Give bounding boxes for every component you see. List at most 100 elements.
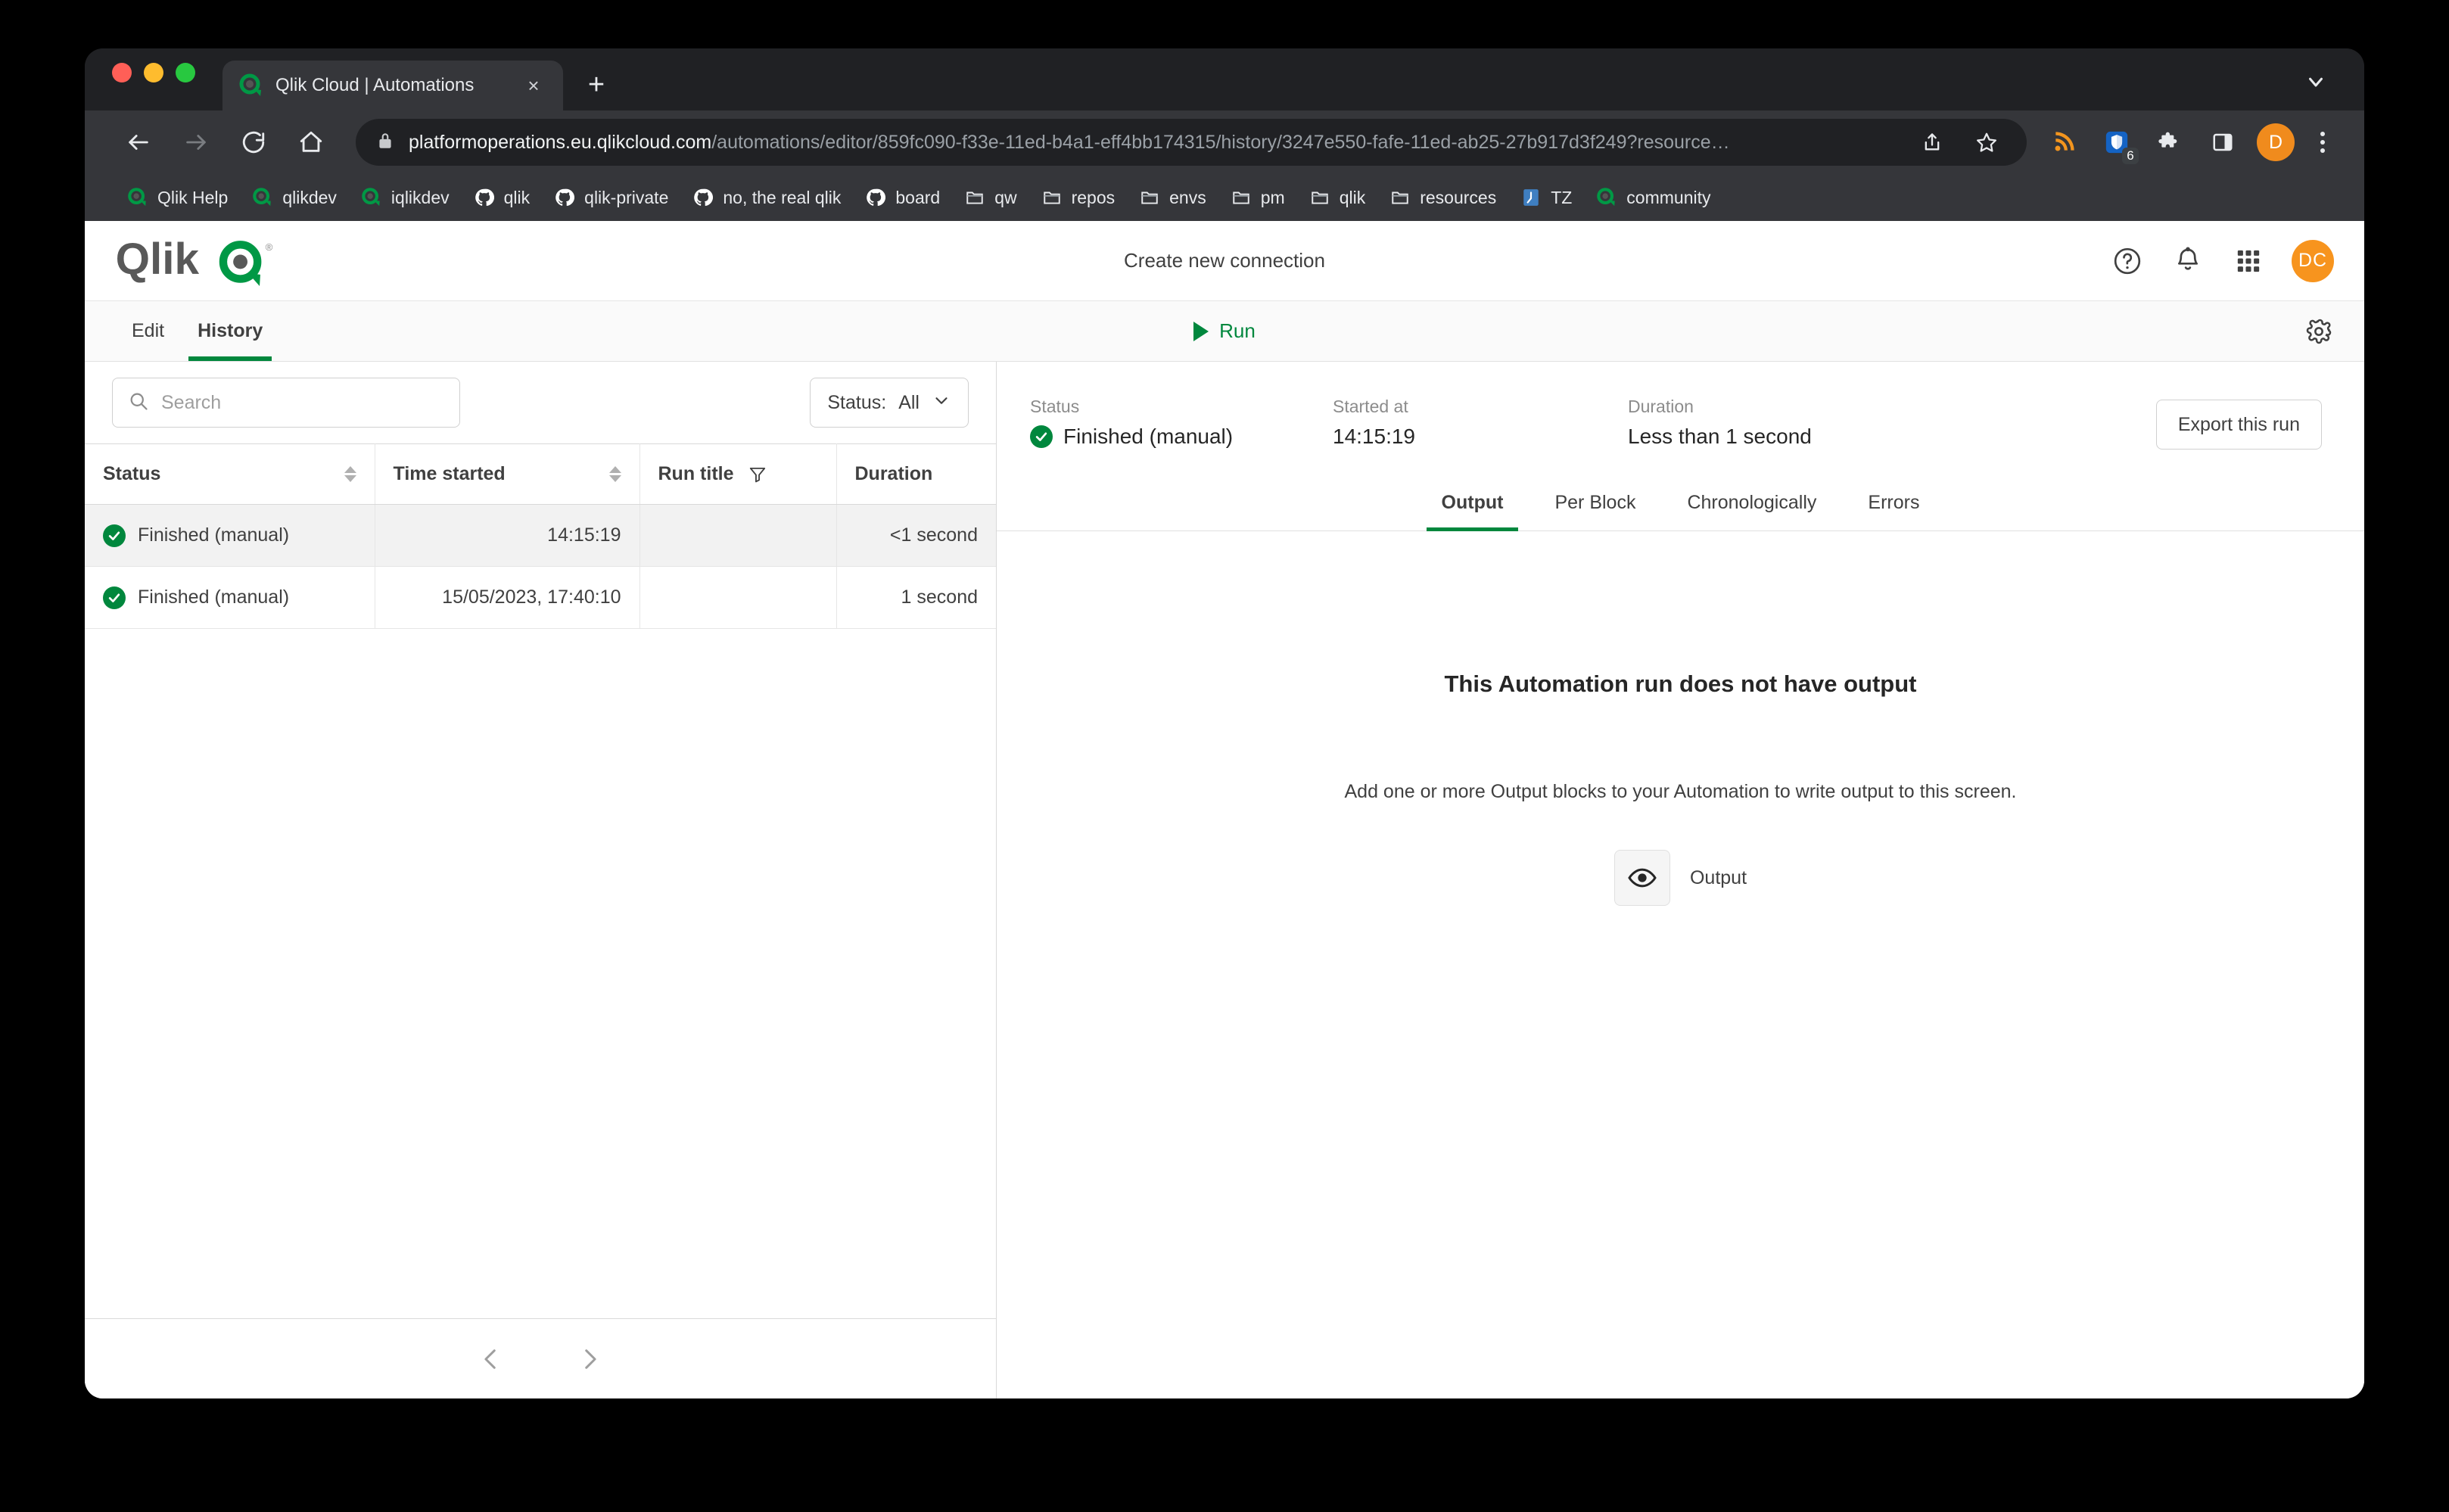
bookmark-item[interactable]: iqlikdev [349,182,462,213]
forward-icon[interactable] [173,119,219,166]
tab-history[interactable]: History [181,301,279,361]
folder-icon [1231,187,1252,208]
bookmark-label: pm [1260,187,1285,207]
bookmark-star-icon[interactable] [1966,122,2007,163]
bookmark-label: qlikdev [282,187,337,207]
output-block-button[interactable] [1613,850,1670,906]
bookmark-item[interactable]: community [1584,182,1722,213]
chevron-down-icon[interactable] [2298,64,2334,100]
folder-icon [1041,187,1063,208]
status-filter-dropdown[interactable]: Status: All [810,378,969,428]
bookmark-label: qlik [503,187,531,207]
bookmark-folder[interactable]: qw [952,182,1028,213]
qlik-icon [127,187,148,208]
bookmark-label: iqlikdev [391,187,450,207]
bookmark-item[interactable]: qlik-private [542,182,680,213]
sort-icon[interactable] [608,466,621,482]
close-window-button[interactable] [112,63,132,82]
run-button-label: Run [1219,319,1256,342]
bookmark-folder[interactable]: pm [1218,182,1297,213]
automation-toolbar: Edit History Run [85,301,2364,362]
extensions-puzzle-icon[interactable] [2146,119,2193,166]
reload-icon[interactable] [230,119,277,166]
notifications-bell-icon[interactable] [2170,244,2205,278]
status-success-icon [103,524,126,547]
summary-started-value: 14:15:19 [1333,425,1415,448]
table-header-row: Status Time started Run title Duration [85,443,996,505]
side-panel-icon[interactable] [2199,119,2246,166]
bookmark-item[interactable]: TZ [1508,182,1584,213]
search-icon [128,390,149,415]
help-icon[interactable] [2110,244,2145,278]
address-bar[interactable]: platformoperations.eu.qlikcloud.com/auto… [356,119,2027,166]
run-button[interactable]: Run [85,301,2364,361]
window-controls [112,48,195,110]
status-filter-value: All [898,391,920,413]
avatar[interactable]: DC [2292,239,2334,282]
sort-icon[interactable] [344,466,356,482]
bookmark-item[interactable]: board [853,182,952,213]
search-box[interactable] [112,378,460,428]
summary-status-value: Finished (manual) [1063,425,1234,448]
summary-status: Status Finished (manual) [1030,397,1333,449]
settings-gear-button[interactable] [2305,301,2364,361]
previous-page-icon[interactable] [472,1340,510,1378]
browser-tab[interactable]: Qlik Cloud | Automations × [222,61,563,110]
search-input[interactable] [161,391,444,414]
minimize-window-button[interactable] [144,63,163,82]
cell-duration: 1 second [836,566,996,629]
column-header-status[interactable]: Status [85,443,375,505]
app-launcher-grid-icon[interactable] [2231,244,2266,278]
column-label: Duration [854,463,933,484]
qlik-logo[interactable]: Qlik ® [115,236,280,286]
column-header-time-started[interactable]: Time started [375,443,640,505]
next-page-icon[interactable] [571,1340,608,1378]
column-label: Time started [393,463,506,484]
column-header-duration[interactable]: Duration [836,443,996,505]
close-icon[interactable]: × [521,73,546,98]
filter-icon[interactable] [748,465,767,484]
bookmark-item[interactable]: no, the real qlik [680,182,853,213]
column-label: Run title [658,463,734,484]
bookmark-label: board [895,187,941,207]
runs-filter-row: Status: All [85,362,996,443]
github-icon [692,187,714,208]
folder-icon [1309,187,1330,208]
tab-chronologically[interactable]: Chronologically [1661,492,1842,530]
bookmark-folder[interactable]: repos [1029,182,1128,213]
export-this-run-button[interactable]: Export this run [2155,400,2322,450]
bookmark-item[interactable]: qlikdev [240,182,349,213]
tab-output[interactable]: Output [1416,492,1529,531]
extension-badge-count: 6 [2122,148,2139,164]
bookmark-item[interactable]: Qlik Help [115,182,240,213]
share-icon[interactable] [1912,122,1953,163]
browser-menu-icon[interactable] [2302,119,2343,166]
maximize-window-button[interactable] [176,63,195,82]
table-row[interactable]: Finished (manual) 15/05/2023, 17:40:10 1… [85,566,996,629]
bookmark-item[interactable]: qlik [462,182,543,213]
tab-per-block[interactable]: Per Block [1529,492,1661,530]
empty-state-title: This Automation run does not have output [1444,670,1917,697]
tab-edit[interactable]: Edit [115,301,181,361]
table-row[interactable]: Finished (manual) 14:15:19 <1 second [85,504,996,567]
browser-window: Qlik Cloud | Automations × + platformope… [85,48,2364,1398]
bookmark-folder[interactable]: resources [1377,182,1508,213]
empty-state-cta: Output [1613,850,1747,906]
qlik-icon [361,187,382,208]
run-detail-panel: Status Finished (manual) Started at 14:1… [997,362,2364,1398]
clock-icon [1520,187,1542,208]
bookmark-folder[interactable]: qlik [1297,182,1378,213]
status-filter-label: Status: [827,391,887,413]
browser-profile-avatar[interactable]: D [2257,123,2295,161]
column-label: Status [103,463,161,484]
back-icon[interactable] [115,119,162,166]
home-icon[interactable] [288,119,335,166]
new-tab-button[interactable]: + [575,64,618,106]
chevron-down-icon [932,390,951,415]
column-header-run-title[interactable]: Run title [639,443,837,505]
bookmark-folder[interactable]: envs [1127,182,1218,213]
folder-icon [964,187,985,208]
tab-errors[interactable]: Errors [1842,492,1945,530]
rss-extension-icon[interactable] [2040,119,2087,166]
shield-extension-icon[interactable]: 6 [2093,119,2140,166]
